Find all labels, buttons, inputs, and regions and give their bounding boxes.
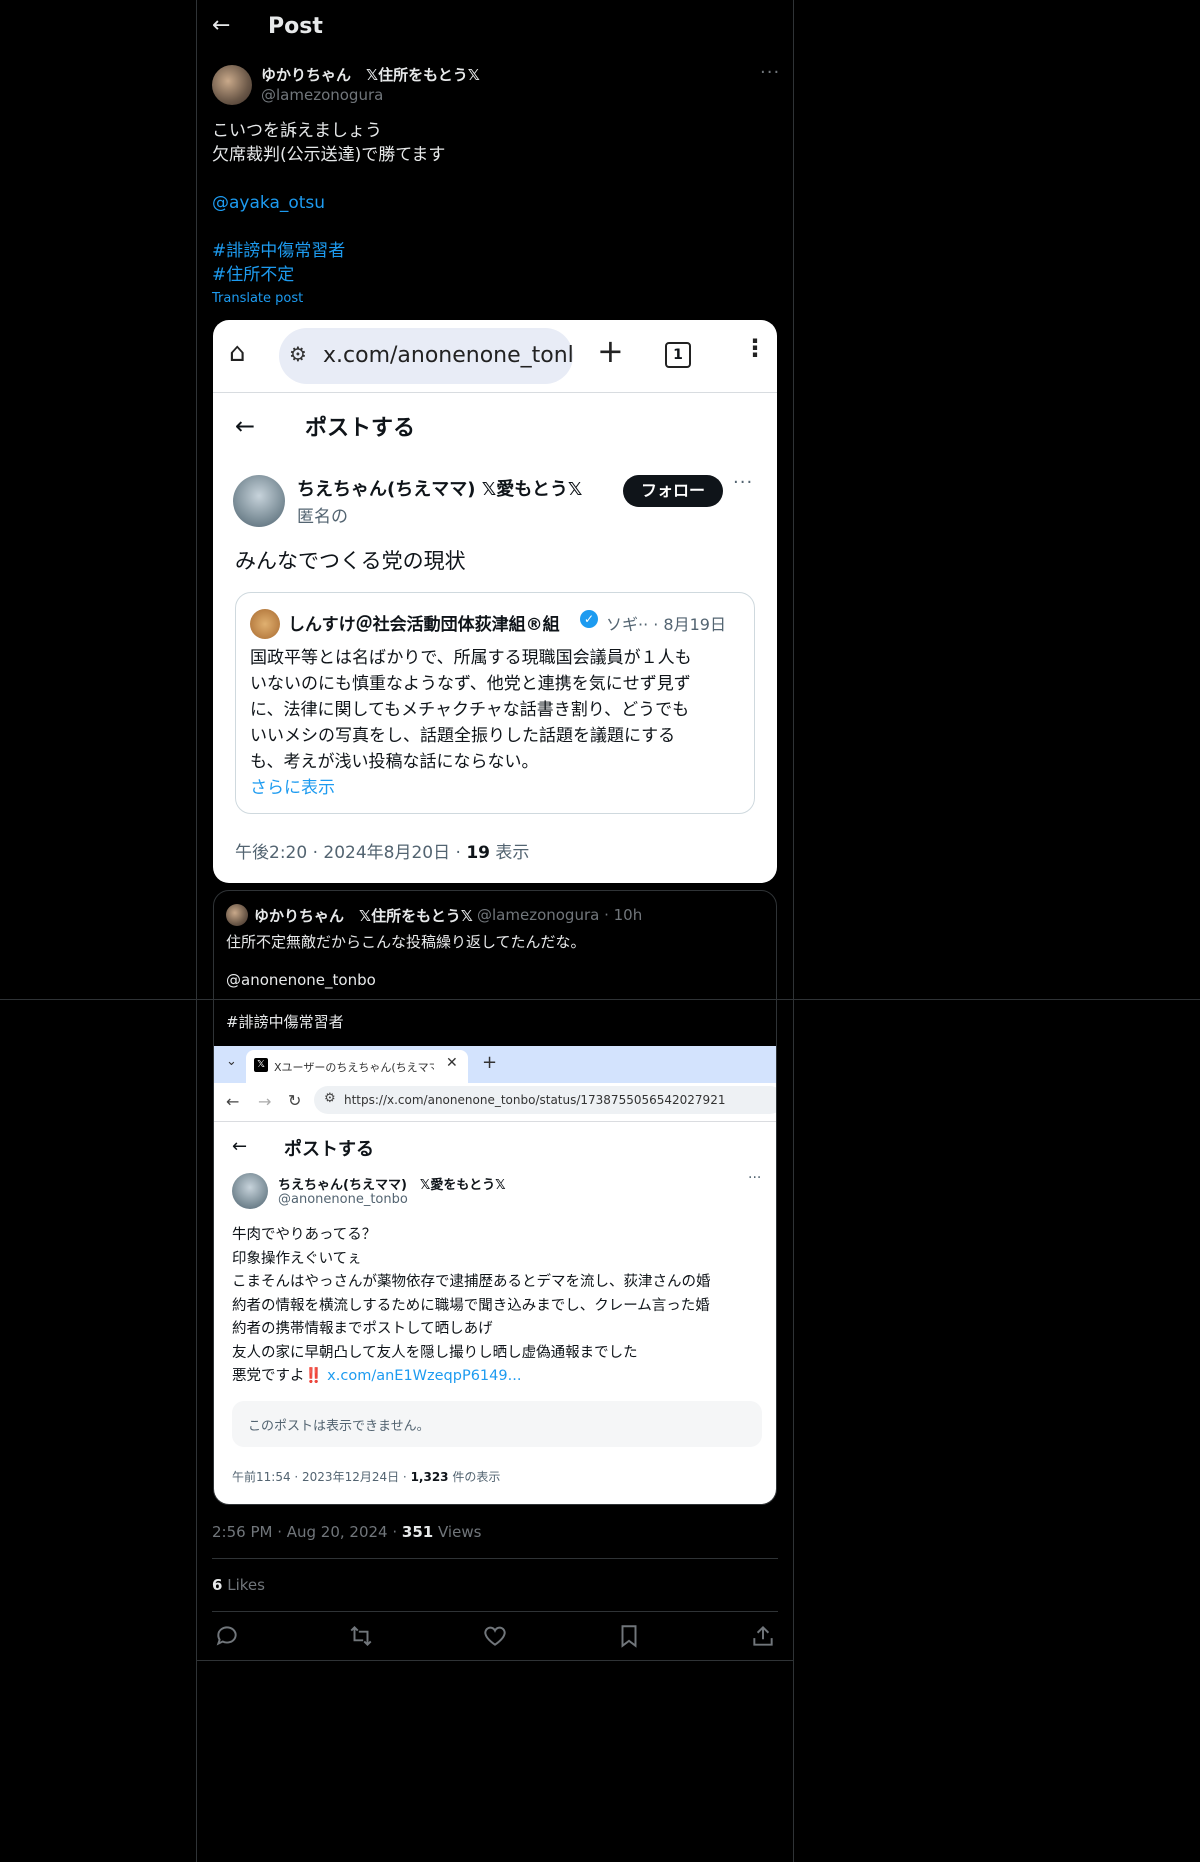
divider (212, 1558, 778, 1559)
new-tab-icon: + (482, 1052, 498, 1073)
share-icon[interactable] (750, 1623, 776, 1649)
quoted-hashtag: #誹謗中傷常習者 (226, 1013, 344, 1031)
divider (197, 1660, 793, 1661)
inner-post-line: こまそんはやっさんが薬物依存で逮捕歴あるとデマを流し、荻津さんの婚 (232, 1274, 711, 1290)
post-mention-link[interactable]: @ayaka_otsu (212, 191, 325, 215)
inner-page-title: ポストする (284, 1139, 374, 1160)
inner-timestamp: 午前11:54 · 2023年12月24日 · 1,323 件の表示 (232, 1470, 501, 1484)
post-line: 欠席裁判(公示送達)で勝てます (212, 145, 446, 165)
quoted-mention: @anonenone_tonbo (226, 971, 376, 989)
inner-post-link: x.com/anE1WzeqpP6149... (327, 1368, 522, 1384)
reply-icon[interactable] (214, 1623, 240, 1649)
repost-icon[interactable] (348, 1623, 374, 1649)
attached-image-2: ⌄ 𝕏 Xユーザーのちえちゃん(ちえママ) 𝕏 ✕ + ← → ↻ ⚙ http… (214, 1046, 776, 1504)
inner-post-line: 約者の携帯情報までポストして晒しあげ (232, 1321, 493, 1337)
quote-meta: ソギ·· · 8月19日 (606, 615, 726, 634)
address-bar: ⚙ https://x.com/anonenone_tonbo/status/1… (314, 1086, 776, 1114)
views-count: 351 (401, 1523, 434, 1541)
post-timestamp[interactable]: 2:56 PM · Aug 20, 2024 · 351 Views (212, 1523, 481, 1541)
site-settings-icon: ⚙ (289, 342, 307, 366)
follow-button: フォロー (623, 475, 723, 507)
like-icon[interactable] (482, 1623, 508, 1649)
author-name[interactable]: ゆかりちゃん 𝕏住所をもとう𝕏 (261, 64, 480, 85)
likes-count[interactable]: 6 Likes (212, 1576, 265, 1594)
unavailable-text: このポストは表示できません。 (248, 1419, 430, 1434)
tab-label: Xユーザーのちえちゃん(ちえママ) 𝕏 (274, 1061, 434, 1074)
inner-post-line: 印象操作えぐいてぇ (232, 1250, 362, 1267)
quote-line: いいメシの写真をし、話題全振りした話題を議題にする (250, 726, 676, 746)
inner-timestamp: 午後2:20 · 2024年8月20日 · 19 表示 (235, 843, 530, 863)
address-url: x.com/anonenone_tonl (323, 343, 574, 368)
quoted-author-name: ゆかりちゃん 𝕏住所をもとう𝕏 (254, 907, 473, 925)
quote-line: いないのにも慎重なようなず、他党と連携を気にせず見ず (250, 674, 691, 694)
more-icon: ··· (748, 1170, 762, 1186)
reload-icon: ↻ (288, 1091, 302, 1110)
inner-post-line: 牛肉でやりあってる？ (232, 1227, 377, 1243)
post-hashtag-link[interactable]: #誹謗中傷常習者 (212, 239, 345, 263)
menu-icon: ⋮ (743, 334, 767, 362)
inner-avatar (232, 1173, 268, 1209)
back-arrow-icon: ← (235, 412, 256, 440)
more-icon[interactable]: ··· (760, 62, 780, 83)
site-settings-icon: ⚙ (324, 1091, 336, 1106)
quote-name: しんすけ＠社会活動団体荻津組®組 (288, 615, 560, 635)
new-tab-icon: + (597, 332, 624, 370)
tab-count: 1 (665, 342, 691, 368)
bookmark-icon[interactable] (616, 1623, 642, 1649)
translate-post-link[interactable]: Translate post (212, 291, 303, 306)
browser-back-icon: ← (226, 1092, 240, 1111)
inner-author-name: ちえちゃん(ちえママ) 𝕏愛をもとう𝕏 (278, 1178, 506, 1193)
unavailable-post-box: このポストは表示できません。 (232, 1401, 762, 1447)
quoted-post-card[interactable]: ゆかりちゃん 𝕏住所をもとう𝕏 @lamezonogura · 10h 住所不定… (213, 890, 777, 1505)
quote-line: に、法律に関してもメチャクチャな話書き割り、どうでも (250, 700, 690, 720)
quoted-handle-time: @lamezonogura · 10h (477, 906, 643, 924)
close-tab-icon: ✕ (446, 1055, 458, 1071)
inner-avatar (233, 475, 285, 527)
quoted-line: 住所不定無敵だからこんな投稿繰り返してたんだな。 (226, 933, 586, 951)
home-icon: ⌂ (229, 338, 246, 368)
chevron-down-icon: ⌄ (226, 1054, 237, 1069)
inner-author-sub: 匿名の (297, 507, 348, 527)
quote-line: も、考えが浅い投稿な話にならない。 (250, 752, 539, 772)
author-handle[interactable]: @lamezonogura (261, 86, 383, 104)
quote-avatar (250, 609, 280, 639)
divider (212, 1611, 778, 1612)
post-hashtag-link[interactable]: #住所不定 (212, 263, 294, 287)
x-logo-icon: 𝕏 (254, 1058, 268, 1072)
post-line: こいつを訴えましょう (212, 121, 382, 141)
more-icon: ··· (733, 472, 754, 493)
inner-page-title: ポストする (305, 416, 416, 441)
page-title: Post (268, 14, 323, 39)
browser-tab: 𝕏 Xユーザーのちえちゃん(ちえママ) 𝕏 ✕ (246, 1050, 468, 1083)
quoted-avatar (226, 904, 248, 926)
back-arrow-icon: ← (232, 1136, 248, 1157)
inner-post-text: みんなでつくる党の現状 (235, 549, 466, 573)
browser-forward-icon: → (258, 1092, 272, 1111)
verified-badge-icon: ✓ (580, 610, 598, 628)
quote-line: 国政平等とは名ばかりで、所属する現職国会議員が１人も (250, 648, 692, 668)
quote-card: しんすけ＠社会活動団体荻津組®組 ✓ ソギ·· · 8月19日 国政平等とは名ば… (235, 592, 755, 814)
address-bar: ⚙ x.com/anonenone_tonl (279, 328, 574, 384)
inner-author-name: ちえちゃん(ちえママ) 𝕏愛もとう𝕏 (297, 479, 583, 500)
address-url: https://x.com/anonenone_tonbo/status/173… (344, 1093, 726, 1107)
inner-post-line: 悪党ですよ‼️ x.com/anE1WzeqpP6149... (232, 1368, 522, 1384)
attached-image-1[interactable]: ⌂ ⚙ x.com/anonenone_tonl + 1 ⋮ ← ポストする ち… (213, 320, 777, 883)
inner-author-handle: @anonenone_tonbo (278, 1192, 408, 1207)
author-avatar[interactable] (212, 65, 252, 105)
back-arrow-icon[interactable]: ← (212, 15, 230, 37)
inner-post-line: 約者の情報を横流しするために職場で聞き込みまでし、クレーム言った婚 (232, 1297, 710, 1314)
inner-post-line: 友人の家に早朝凸して友人を隠し撮りし晒し虚偽通報までした (232, 1344, 638, 1361)
show-more-link: さらに表示 (250, 778, 335, 798)
